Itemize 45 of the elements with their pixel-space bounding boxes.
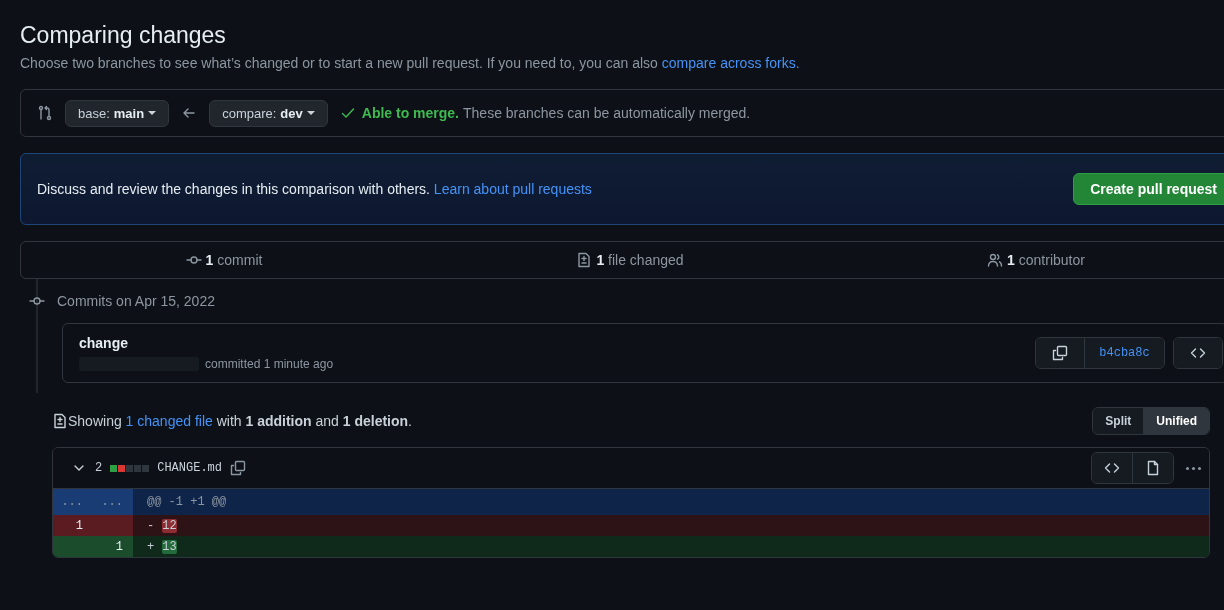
change-count: 2: [95, 461, 103, 475]
diff-code: - 12: [146, 518, 178, 533]
page-description: Choose two branches to see what’s changed or to start a new pull request. If you need to, you can also compare across forks.: [20, 55, 801, 71]
commit-sha-button[interactable]: b4cba8c: [1084, 338, 1164, 368]
banner-text: Discuss and review the changes in this comparison with others. Learn about pull requests: [37, 181, 592, 197]
copy-icon: [230, 460, 246, 476]
commit-meta: committed 1 minute ago: [205, 357, 334, 371]
changed-file-link[interactable]: 1 changed file: [125, 413, 213, 429]
code-icon: [1104, 460, 1120, 476]
compare-forks-link[interactable]: compare across forks.: [661, 55, 800, 71]
line-number: 1: [93, 536, 133, 557]
file-icon: [1145, 460, 1161, 476]
summary-item[interactable]: 1 file changed: [596, 252, 684, 268]
diffstat-icon: [110, 464, 150, 472]
merge-status: Able to merge.: [361, 105, 459, 121]
diff-code: @@ -1 +1 @@: [146, 495, 228, 509]
create-pull-request-button[interactable]: Create pull request: [1073, 173, 1224, 205]
line-number: ...: [93, 489, 133, 515]
rich-view-button[interactable]: [1132, 453, 1173, 483]
file-diff-icon: [52, 413, 68, 429]
line-number: 1: [53, 515, 93, 536]
base-branch-dropdown[interactable]: base: main: [65, 99, 170, 127]
line-number: [53, 536, 93, 557]
file-diff-icon: [576, 252, 593, 268]
commit-title[interactable]: change: [79, 335, 334, 351]
files-summary: Showing 1 changed file with 1 addition and 1 deletion.: [68, 413, 412, 429]
summary-item[interactable]: 1 contributor: [1007, 252, 1085, 268]
file-name[interactable]: CHANGE.md: [157, 461, 222, 475]
compare-branch-dropdown[interactable]: compare: dev: [209, 99, 328, 127]
diff-code: + 13: [146, 539, 178, 554]
line-number: [93, 515, 133, 536]
commits-date: Commits on Apr 15, 2022: [57, 293, 215, 309]
view-toggle[interactable]: Unified: [1143, 408, 1209, 434]
line-number: ...: [53, 489, 93, 515]
more-options-icon[interactable]: [1186, 466, 1201, 470]
copy-path-button[interactable]: [230, 460, 246, 476]
code-icon: [1190, 345, 1206, 361]
page-title: Comparing changes: [20, 22, 227, 49]
copy-icon: [1052, 345, 1068, 361]
merge-note: These branches can be automatically merged.: [463, 105, 751, 121]
browse-code-button[interactable]: [1174, 338, 1222, 368]
summary-item[interactable]: 1 commit: [205, 252, 263, 268]
people-icon: [987, 252, 1004, 268]
compare-arrows-icon: [37, 105, 53, 121]
learn-link[interactable]: Learn about pull requests: [433, 181, 592, 197]
